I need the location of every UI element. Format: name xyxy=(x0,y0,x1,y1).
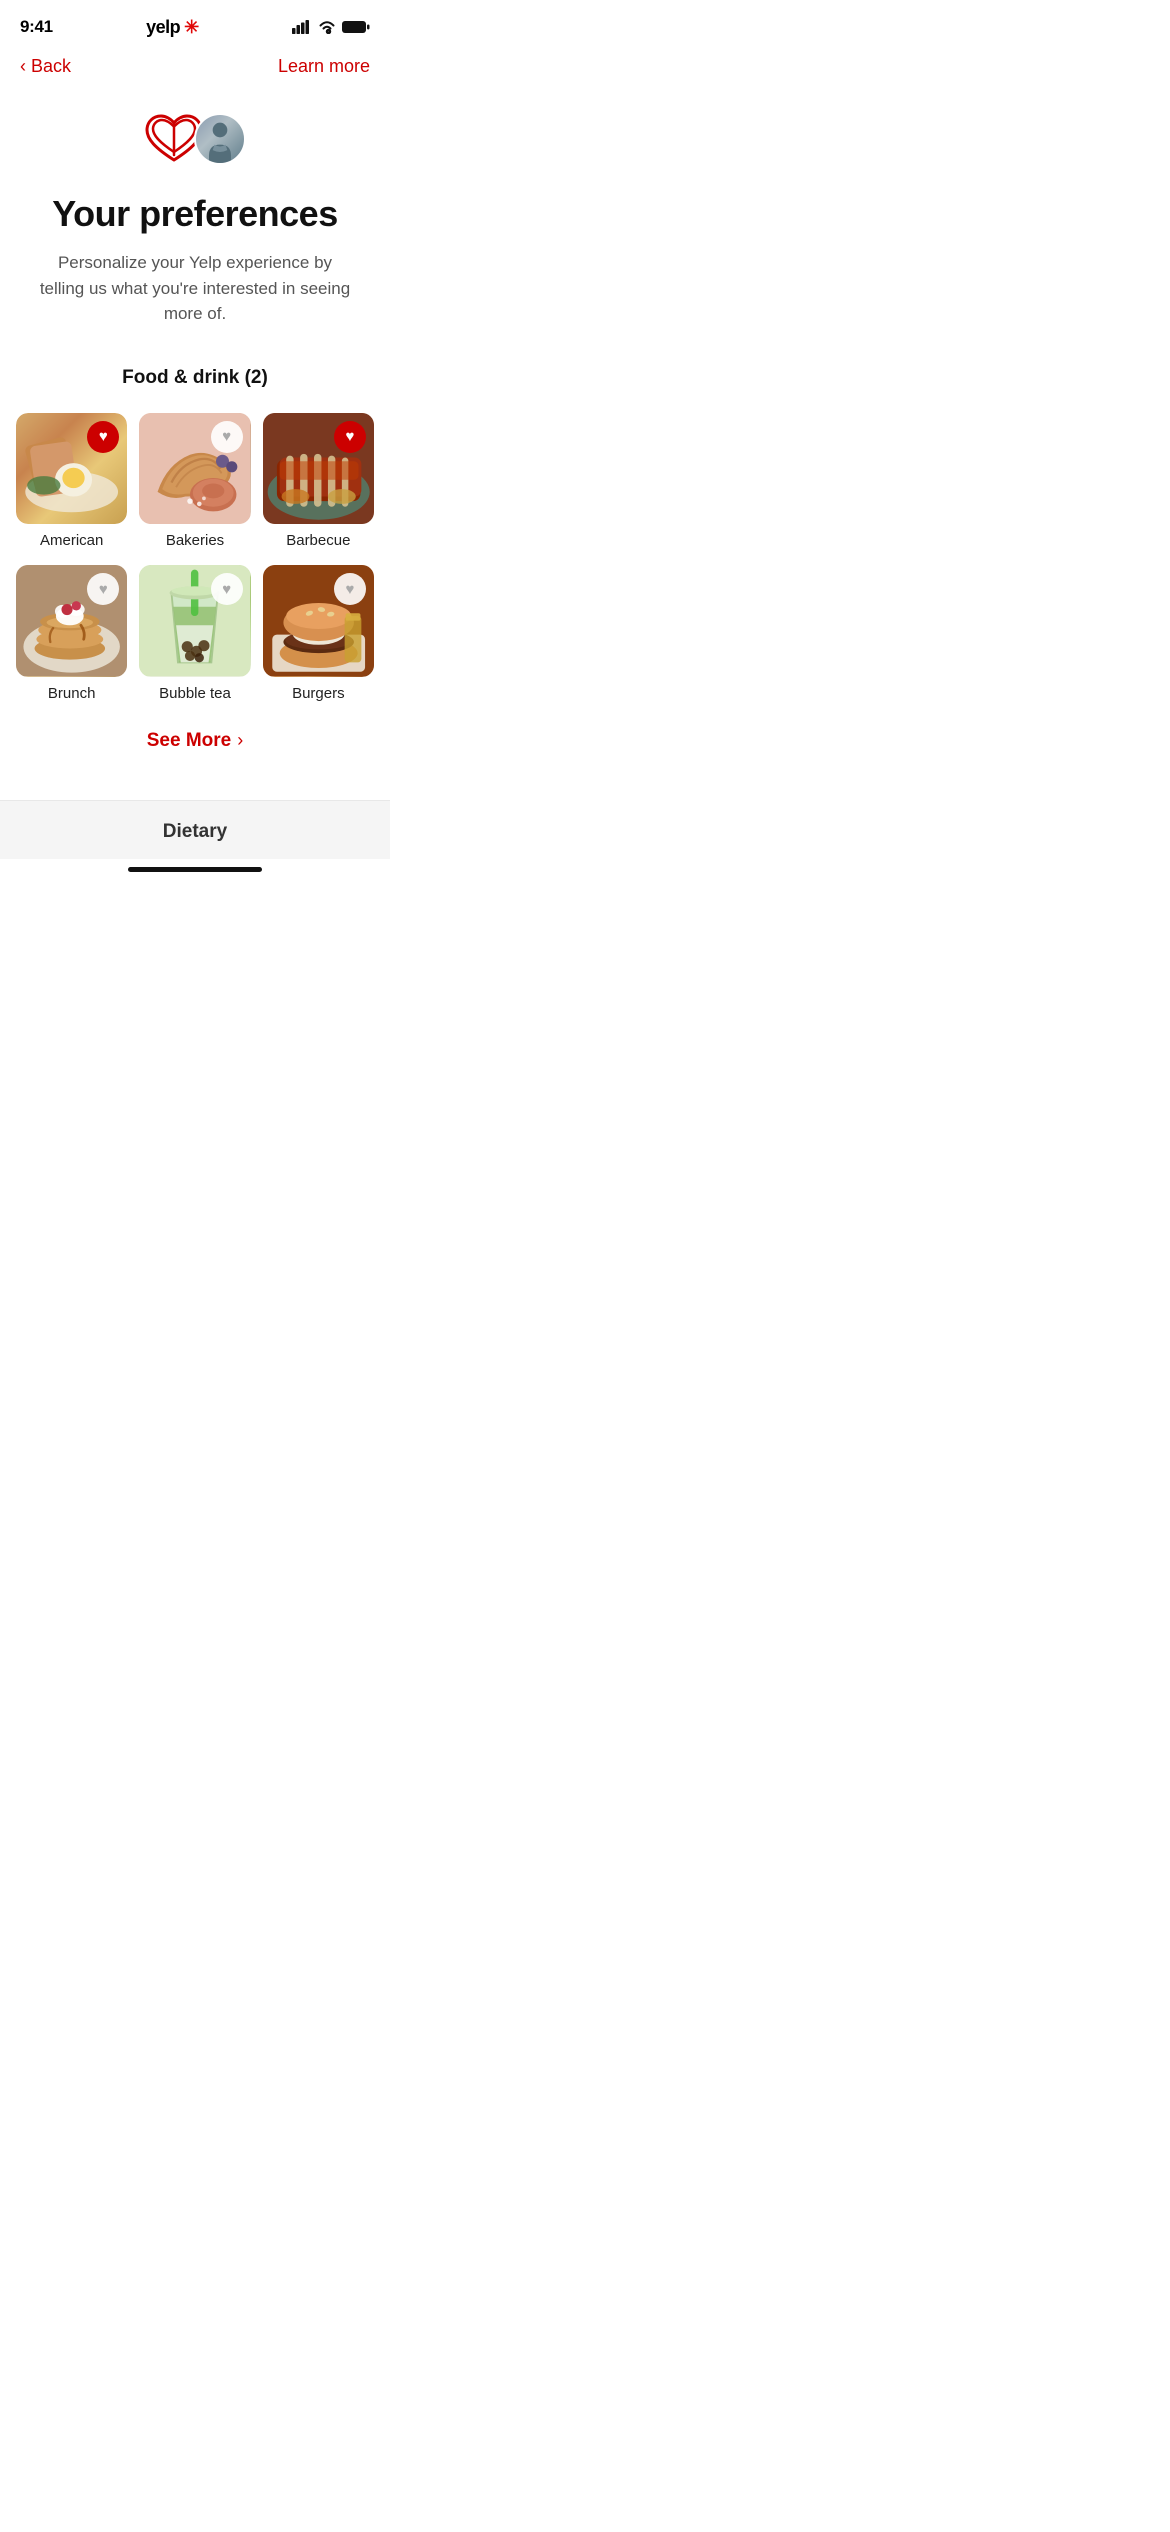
home-bar xyxy=(128,867,262,872)
status-bar: 9:41 yelp ✳ xyxy=(0,0,390,48)
section-title: Food & drink (2) xyxy=(16,359,374,413)
heart-empty-icon-bubble-tea: ♥ xyxy=(222,581,231,598)
signal-icon xyxy=(292,20,312,34)
favorite-badge-bubble-tea[interactable]: ♥ xyxy=(211,573,243,605)
category-image-wrapper-bakeries: ♥ xyxy=(139,413,250,524)
see-more-label: See More xyxy=(147,730,231,752)
category-item-brunch[interactable]: ♥ Brunch xyxy=(16,565,127,701)
category-label-barbecue: Barbecue xyxy=(286,532,350,549)
app-logo: yelp ✳ xyxy=(146,17,199,38)
favorite-badge-american[interactable]: ♥ xyxy=(87,421,119,453)
category-label-bakeries: Bakeries xyxy=(166,532,224,549)
page-subtitle: Personalize your Yelp experience by tell… xyxy=(35,250,355,327)
heart-filled-icon-bbq: ♥ xyxy=(346,428,355,445)
category-item-bubble-tea[interactable]: ♥ Bubble tea xyxy=(139,565,250,701)
header-section: Your preferences Personalize your Yelp e… xyxy=(0,93,390,359)
heart-filled-icon: ♥ xyxy=(99,428,108,445)
back-chevron-icon: ‹ xyxy=(20,56,26,77)
category-image-wrapper-barbecue: ♥ xyxy=(263,413,374,524)
category-image-wrapper-burgers: ♥ xyxy=(263,565,374,676)
heart-empty-icon-burgers: ♥ xyxy=(346,581,355,598)
home-indicator xyxy=(0,859,390,876)
category-item-american[interactable]: ♥ American xyxy=(16,413,127,549)
favorite-badge-burgers[interactable]: ♥ xyxy=(334,573,366,605)
heart-empty-icon-brunch: ♥ xyxy=(99,581,108,598)
dietary-section-peek: Dietary xyxy=(0,801,390,859)
header-icons xyxy=(144,109,246,169)
see-more-button[interactable]: See More › xyxy=(16,710,374,784)
food-drink-section: Food & drink (2) xyxy=(0,359,390,800)
back-label: Back xyxy=(31,56,71,77)
yelp-star-icon: ✳ xyxy=(184,17,199,38)
status-time: 9:41 xyxy=(20,17,53,37)
category-label-brunch: Brunch xyxy=(48,685,96,702)
status-indicators xyxy=(292,20,370,34)
page-title: Your preferences xyxy=(52,193,337,234)
yelp-wordmark: yelp xyxy=(146,17,180,38)
favorite-badge-bakeries[interactable]: ♥ xyxy=(211,421,243,453)
category-image-wrapper-bubble-tea: ♥ xyxy=(139,565,250,676)
category-item-bakeries[interactable]: ♥ Bakeries xyxy=(139,413,250,549)
see-more-chevron-icon: › xyxy=(237,730,243,751)
category-label-burgers: Burgers xyxy=(292,685,345,702)
nav-bar: ‹ Back Learn more xyxy=(0,48,390,93)
category-image-wrapper-american: ♥ xyxy=(16,413,127,524)
category-image-wrapper-brunch: ♥ xyxy=(16,565,127,676)
learn-more-button[interactable]: Learn more xyxy=(278,56,370,77)
favorite-badge-barbecue[interactable]: ♥ xyxy=(334,421,366,453)
category-grid: ♥ American xyxy=(16,413,374,702)
battery-icon xyxy=(342,20,370,34)
dietary-section-label: Dietary xyxy=(163,821,227,843)
wifi-icon xyxy=(318,20,336,34)
category-item-barbecue[interactable]: ♥ Barbecue xyxy=(263,413,374,549)
user-avatar xyxy=(194,113,246,165)
back-button[interactable]: ‹ Back xyxy=(20,56,71,77)
category-label-american: American xyxy=(40,532,103,549)
category-item-burgers[interactable]: ♥ Burgers xyxy=(263,565,374,701)
category-label-bubble-tea: Bubble tea xyxy=(159,685,231,702)
heart-empty-icon: ♥ xyxy=(222,428,231,445)
